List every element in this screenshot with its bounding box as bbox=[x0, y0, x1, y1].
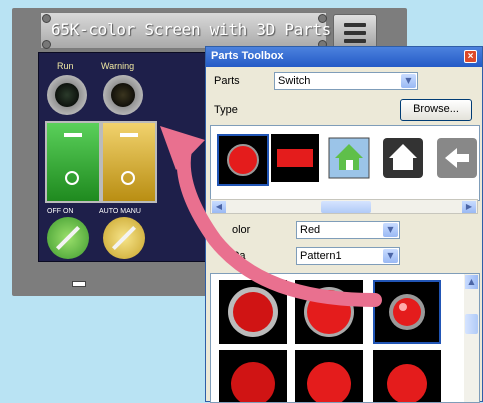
scroll-thumb[interactable] bbox=[465, 314, 478, 334]
chevron-down-icon[interactable]: ▼ bbox=[383, 223, 398, 237]
pattern-select-value: Pattern1 bbox=[300, 250, 342, 262]
color-select-value: Red bbox=[300, 224, 321, 236]
scroll-thumb[interactable] bbox=[321, 201, 371, 213]
round-lamp-icon bbox=[227, 144, 259, 176]
type-label: Type bbox=[214, 104, 238, 116]
panel-title-plate: 65K-color Screen with 3D Parts bbox=[40, 12, 331, 49]
screw-icon bbox=[318, 14, 327, 23]
hmi-screen: Run Warning OFF ON AUTO MANU bbox=[38, 52, 210, 262]
color-select[interactable]: Red ▼ bbox=[296, 221, 400, 239]
run-label: Run bbox=[57, 61, 74, 71]
pattern-tile-selected[interactable] bbox=[373, 280, 441, 344]
yellow-rocker-switch[interactable] bbox=[101, 121, 157, 203]
type-home[interactable] bbox=[325, 134, 373, 182]
type-back[interactable] bbox=[433, 134, 479, 182]
back-arrow-icon bbox=[437, 138, 477, 178]
screw-icon bbox=[42, 14, 51, 23]
toolbox-titlebar[interactable]: Parts Toolbox × bbox=[206, 47, 482, 67]
warning-lamp[interactable] bbox=[103, 75, 143, 115]
chevron-up-icon[interactable]: ▲ bbox=[465, 275, 478, 289]
parts-select-value: Switch bbox=[278, 75, 311, 87]
green-selector-knob[interactable] bbox=[47, 217, 89, 259]
pattern-tile[interactable] bbox=[219, 280, 287, 344]
run-lamp[interactable] bbox=[47, 75, 87, 115]
pattern-gallery-scrollbar[interactable]: ▲ bbox=[464, 274, 479, 402]
pattern-select[interactable]: Pattern1 ▼ bbox=[296, 247, 400, 265]
chevron-right-icon[interactable]: ▶ bbox=[462, 201, 476, 213]
panel-title: 65K-color Screen with 3D Parts bbox=[51, 20, 331, 39]
toolbox-title: Parts Toolbox bbox=[211, 50, 284, 62]
home-icon bbox=[383, 138, 423, 178]
panel-indicator-led bbox=[72, 281, 86, 287]
parts-select[interactable]: Switch ▼ bbox=[274, 72, 418, 90]
type-red-lamp[interactable] bbox=[217, 134, 269, 186]
browse-button[interactable]: Browse... bbox=[400, 99, 472, 121]
close-icon[interactable]: × bbox=[464, 50, 477, 63]
type-home-dark[interactable] bbox=[379, 134, 427, 182]
color-label: olor bbox=[232, 224, 251, 236]
pattern-tile[interactable] bbox=[295, 350, 363, 402]
parts-label: Parts bbox=[214, 75, 240, 87]
chevron-left-icon[interactable]: ◀ bbox=[212, 201, 226, 213]
type-gallery-scrollbar[interactable]: ◀ ▶ bbox=[210, 199, 478, 214]
chevron-down-icon[interactable]: ▼ bbox=[401, 74, 416, 88]
home-icon bbox=[328, 137, 370, 179]
chevron-down-icon[interactable]: ▼ bbox=[383, 249, 398, 263]
pattern-label: Pa bbox=[232, 250, 246, 262]
pattern-tile[interactable] bbox=[219, 350, 287, 402]
type-red-rect[interactable] bbox=[271, 134, 319, 182]
warning-label: Warning bbox=[101, 61, 135, 71]
screw-icon bbox=[42, 40, 51, 49]
green-rocker-switch[interactable] bbox=[45, 121, 101, 203]
off-on-label: OFF ON bbox=[47, 208, 74, 215]
yellow-selector-knob[interactable] bbox=[103, 217, 145, 259]
pattern-gallery: ▲ bbox=[210, 273, 480, 403]
menu-icon bbox=[344, 23, 366, 27]
auto-manu-label: AUTO MANU bbox=[99, 208, 141, 215]
rect-lamp-icon bbox=[277, 149, 313, 167]
pattern-tile[interactable] bbox=[373, 350, 441, 402]
menu-icon bbox=[344, 39, 366, 43]
type-gallery bbox=[210, 125, 480, 201]
pattern-tile[interactable] bbox=[295, 280, 363, 344]
menu-icon bbox=[344, 31, 366, 35]
parts-toolbox-window: Parts Toolbox × Parts Switch ▼ Type Brow… bbox=[205, 46, 483, 403]
